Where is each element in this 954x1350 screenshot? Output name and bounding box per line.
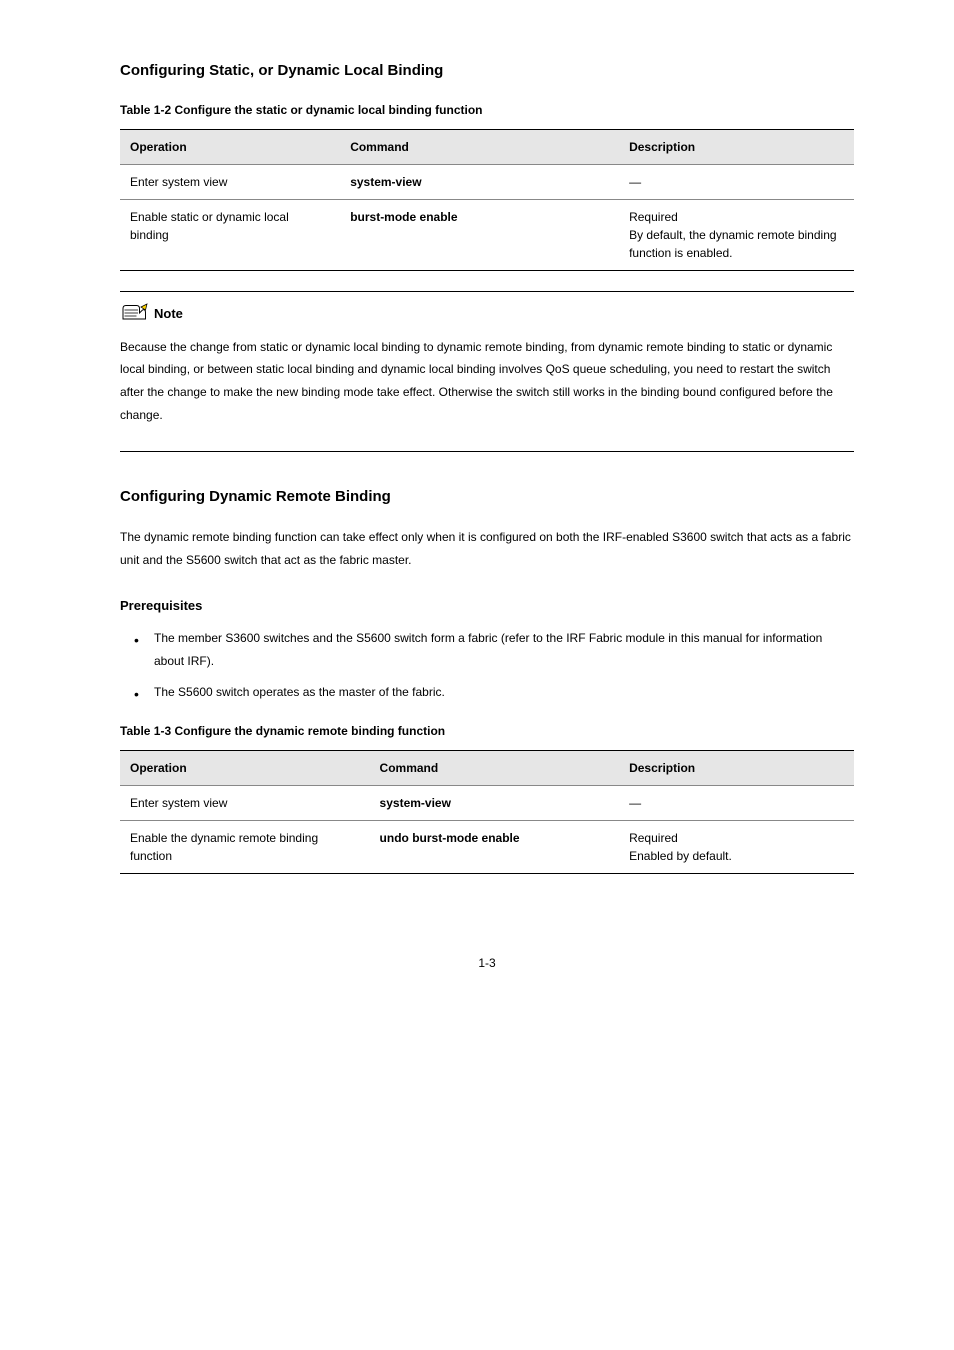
table-1-caption: Table 1-2 Configure the static or dynami… [120,101,854,119]
table-1-header-cmd: Command [340,129,619,164]
table-1-header-desc: Description [619,129,854,164]
table-cell-op: Enter system view [120,164,340,199]
table-cell-op: Enable the dynamic remote binding functi… [120,820,370,873]
table-cell-desc: Required By default, the dynamic remote … [619,199,854,270]
section-1-title: Configuring Static, or Dynamic Local Bin… [120,60,854,83]
table-2-caption: Table 1-3 Configure the dynamic remote b… [120,722,854,740]
table-1-header-op: Operation [120,129,340,164]
prerequisites-list: The member S3600 switches and the S5600 … [134,627,854,703]
section-2-intro: The dynamic remote binding function can … [120,526,854,572]
note-hand-icon [120,302,150,324]
list-item: The S5600 switch operates as the master … [134,681,854,704]
note-text: Because the change from static or dynami… [120,336,854,427]
table-row: Enable static or dynamic local binding b… [120,199,854,270]
table-cell-cmd: burst-mode enable [340,199,619,270]
table-cell-cmd: system-view [370,785,620,820]
table-2-header-desc: Description [619,750,854,785]
table-cell-desc: — [619,164,854,199]
table-row: Enter system view system-view — [120,164,854,199]
prerequisites-title: Prerequisites [120,596,854,616]
table-row: Enable the dynamic remote binding functi… [120,820,854,873]
list-item: The member S3600 switches and the S5600 … [134,627,854,673]
divider [120,451,854,452]
table-cell-op: Enable static or dynamic local binding [120,199,340,270]
table-1: Operation Command Description Enter syst… [120,129,854,271]
table-cell-desc: Required Enabled by default. [619,820,854,873]
table-cell-desc: — [619,785,854,820]
note-label: Note [154,304,183,324]
table-2-header-cmd: Command [370,750,620,785]
section-2-title: Configuring Dynamic Remote Binding [120,486,854,509]
page-number: 1-3 [120,954,854,972]
table-cell-cmd: undo burst-mode enable [370,820,620,873]
table-cell-op: Enter system view [120,785,370,820]
table-row: Enter system view system-view — [120,785,854,820]
table-2-header-op: Operation [120,750,370,785]
table-cell-cmd: system-view [340,164,619,199]
note-block: Note Because the change from static or d… [120,302,854,427]
table-2: Operation Command Description Enter syst… [120,750,854,874]
divider [120,291,854,292]
